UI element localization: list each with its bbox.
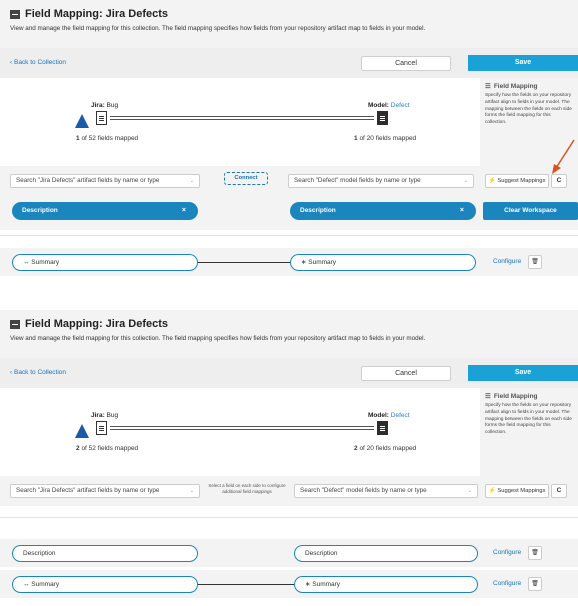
wand-icon: ⚡ (488, 488, 496, 494)
model-mapped-count: 2 of 20 fields mapped (354, 445, 417, 452)
mapping-row: ↔ Summary ∗ Summary Configure 🗑 (0, 248, 578, 276)
model-mapped-count: 1 of 20 fields mapped (354, 135, 417, 142)
search-row: Search "Jira Defects" artifact fields by… (0, 166, 578, 196)
configure-link[interactable]: Configure (493, 580, 521, 587)
page-header: Field Mapping: Jira Defects View and man… (0, 310, 578, 358)
refresh-button[interactable]: C (551, 484, 567, 498)
remove-model-icon[interactable]: × (460, 202, 464, 220)
save-button[interactable]: Save (468, 365, 578, 381)
archive-icon (10, 319, 20, 329)
model-type-label: Model: Defect (368, 412, 410, 419)
field-mapping-panel-before: Field Mapping: Jira Defects View and man… (0, 0, 578, 300)
artifact-document-icon (96, 111, 107, 125)
page-header: Field Mapping: Jira Defects View and man… (0, 0, 578, 48)
page-title: Field Mapping: Jira Defects (10, 8, 168, 20)
help-sidebar: ☰ Field Mapping Specify how the fields on… (480, 388, 578, 476)
trash-icon[interactable]: 🗑 (528, 546, 542, 560)
back-link-label: Back to Collection (13, 369, 67, 376)
archive-icon (10, 9, 20, 19)
chevron-down-icon: ⌄ (189, 178, 194, 184)
mapped-model-field[interactable]: ∗ Summary (290, 254, 476, 271)
mapping-connector-line (110, 116, 374, 120)
source-type-label: Jira: Bug (91, 102, 119, 109)
cancel-button[interactable]: Cancel (361, 56, 451, 71)
source-mapped-count: 1 of 52 fields mapped (76, 135, 139, 142)
configure-link[interactable]: Configure (493, 258, 521, 265)
suggest-mappings-button[interactable]: ⚡ Suggest Mappings (485, 174, 549, 188)
connect-button[interactable]: Connect (224, 172, 268, 185)
model-field-search[interactable]: Search "Defect" model fields by name or … (288, 174, 474, 188)
back-link-label: Back to Collection (13, 59, 67, 66)
model-field-search[interactable]: Search "Defect" model fields by name or … (294, 484, 478, 498)
annotation-arrow-icon (552, 139, 575, 174)
mapped-source-field[interactable]: ↔ Summary (12, 576, 198, 593)
artifact-document-icon (96, 421, 107, 435)
list-icon: ☰ (485, 83, 491, 90)
chevron-down-icon: ⌄ (189, 488, 194, 494)
divider (0, 235, 578, 236)
list-icon: ☰ (485, 393, 491, 400)
selected-source-field[interactable]: Description × (12, 202, 198, 220)
model-document-icon (377, 111, 388, 125)
help-text: Specify how the fields on your repositor… (485, 403, 572, 436)
back-to-collection-link[interactable]: ‹ Back to Collection (10, 369, 66, 376)
mapping-link-line (198, 262, 290, 263)
jira-logo-icon (75, 114, 89, 128)
mapping-overview: Jira: Bug Model: Defect 2 of 52 fields m… (0, 388, 578, 476)
remove-source-icon[interactable]: × (182, 202, 186, 220)
page-description: View and manage the field mapping for th… (10, 25, 426, 32)
mapping-row: ↔ Summary ∗ Summary Configure 🗑 (0, 570, 578, 598)
mapped-model-field[interactable]: Description (294, 545, 478, 562)
page-title-text: Field Mapping: Jira Defects (25, 8, 169, 20)
clear-workspace-button[interactable]: Clear Workspace (483, 202, 578, 220)
wand-icon: ⚡ (488, 178, 496, 184)
cancel-button[interactable]: Cancel (361, 366, 451, 381)
toolbar: ‹ Back to Collection Cancel Save (0, 358, 578, 388)
mapping-row: Description Description Configure 🗑 (0, 539, 578, 567)
model-type-label: Model: Defect (368, 102, 410, 109)
search-row: Search "Jira Defects" artifact fields by… (0, 476, 578, 506)
back-to-collection-link[interactable]: ‹ Back to Collection (10, 59, 66, 66)
source-type-label: Jira: Bug (91, 412, 119, 419)
refresh-button[interactable]: C (551, 174, 567, 188)
model-document-icon (377, 421, 388, 435)
mapping-connector-line (110, 426, 374, 430)
mapped-model-field[interactable]: ∗ Summary (294, 576, 478, 593)
source-field-search[interactable]: Search "Jira Defects" artifact fields by… (10, 484, 200, 498)
save-button[interactable]: Save (468, 55, 578, 71)
mapping-overview: Jira: Bug Model: Defect 1 of 52 fields m… (0, 78, 578, 166)
suggest-mappings-button[interactable]: ⚡ Suggest Mappings (485, 484, 549, 498)
mapped-source-field[interactable]: Description (12, 545, 198, 562)
toolbar: ‹ Back to Collection Cancel Save (0, 48, 578, 78)
help-title: ☰ Field Mapping (485, 392, 538, 401)
source-field-search[interactable]: Search "Jira Defects" artifact fields by… (10, 174, 200, 188)
page-title-text: Field Mapping: Jira Defects (25, 318, 169, 330)
selected-model-field[interactable]: Description × (290, 202, 476, 220)
mapped-source-field[interactable]: ↔ Summary (12, 254, 198, 271)
help-text: Specify how the fields on your repositor… (485, 93, 572, 126)
divider (0, 517, 578, 518)
trash-icon[interactable]: 🗑 (528, 255, 542, 269)
jira-logo-icon (75, 424, 89, 438)
mapping-link-line (198, 584, 294, 585)
chevron-down-icon: ⌄ (463, 178, 468, 184)
selection-hint: Select a field on each side to configure… (208, 483, 286, 494)
page-description: View and manage the field mapping for th… (10, 335, 426, 342)
trash-icon[interactable]: 🗑 (528, 577, 542, 591)
configure-link[interactable]: Configure (493, 549, 521, 556)
selected-fields-row: Description × Description × Clear Workspac… (0, 196, 578, 230)
chevron-down-icon: ⌄ (467, 488, 472, 494)
page-title: Field Mapping: Jira Defects (10, 318, 168, 330)
source-mapped-count: 2 of 52 fields mapped (76, 445, 139, 452)
field-mapping-panel-after: Field Mapping: Jira Defects View and man… (0, 310, 578, 606)
help-title: ☰ Field Mapping (485, 82, 538, 91)
